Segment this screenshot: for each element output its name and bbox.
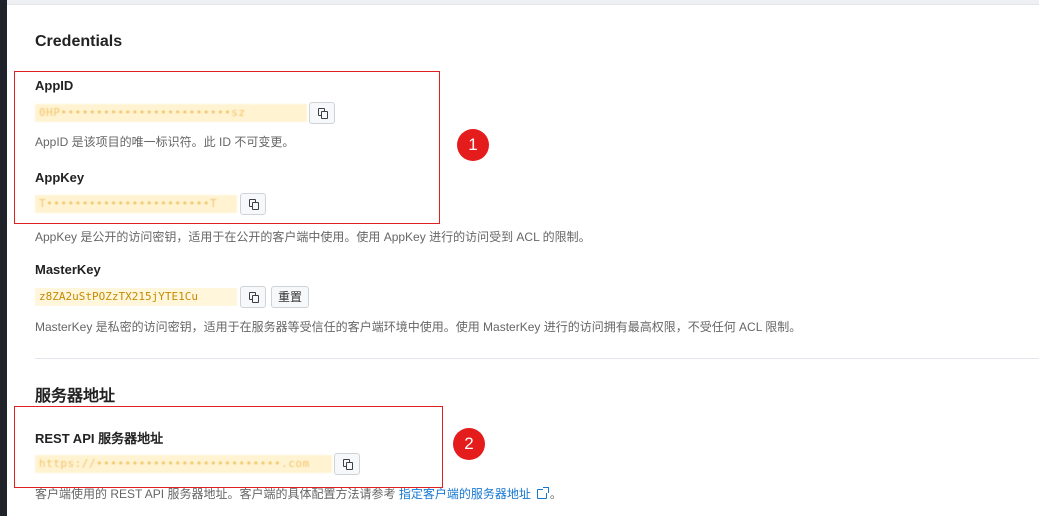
server-address-docs-link[interactable]: 指定客户端的服务器地址	[399, 487, 531, 501]
masterkey-label: MasterKey	[35, 262, 101, 277]
section-divider	[35, 358, 1039, 359]
annotation-box-1	[14, 71, 440, 224]
masterkey-value: z8ZA2uStPOZzTX215jYTE1Cu	[35, 288, 237, 306]
masterkey-help-text: MasterKey 是私密的访问密钥，适用于在服务器等受信任的客户端环境中使用。…	[35, 320, 802, 334]
credentials-section-title: Credentials	[35, 33, 123, 50]
external-link-icon	[536, 487, 549, 499]
copy-icon	[241, 287, 265, 307]
server-section-title: 服务器地址	[35, 388, 116, 405]
annotation-box-2	[14, 406, 443, 488]
rest-api-help-suffix: 。	[549, 487, 562, 501]
rest-api-help-prefix: 客户端使用的 REST API 服务器地址。客户端的具体配置方法请参考	[35, 487, 396, 501]
masterkey-reset-button[interactable]: 重置	[271, 286, 310, 308]
window-top-edge	[7, 0, 1039, 5]
annotation-marker-1: 1	[457, 129, 489, 161]
masterkey-copy-button[interactable]	[240, 286, 266, 308]
window-left-edge	[0, 0, 7, 516]
appkey-help-text: AppKey 是公开的访问密钥，适用于在公开的客户端中使用。使用 AppKey …	[35, 230, 591, 244]
annotation-marker-2: 2	[453, 428, 485, 460]
